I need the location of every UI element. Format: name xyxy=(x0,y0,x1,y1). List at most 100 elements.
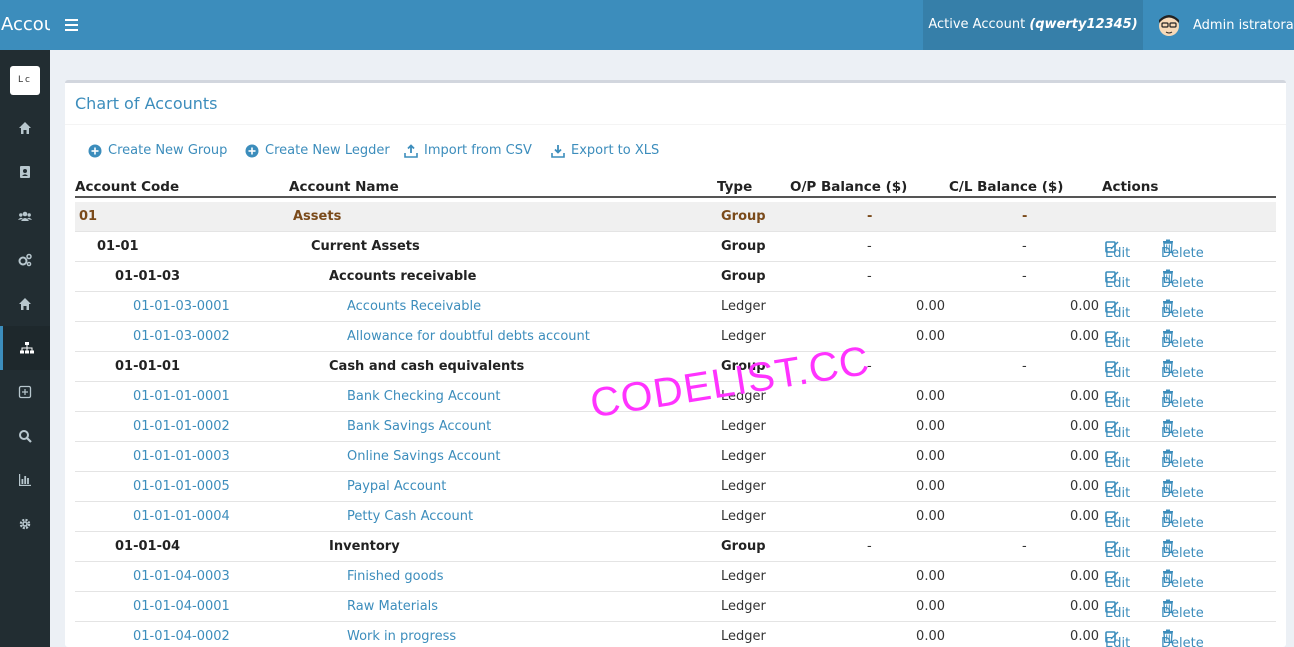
edit-button[interactable]: Edit xyxy=(1105,629,1130,647)
edit-button[interactable]: Edit xyxy=(1105,509,1130,531)
account-code[interactable]: 01-01-03-0002 xyxy=(133,329,230,344)
export-xls-button[interactable]: Export to XLS xyxy=(551,143,659,158)
sidebar-item-search[interactable] xyxy=(0,414,50,458)
active-account-indicator[interactable]: Active Account (qwerty12345) xyxy=(923,0,1143,50)
search-icon xyxy=(19,430,32,443)
edit-button[interactable]: Edit xyxy=(1105,389,1130,411)
account-name[interactable]: Allowance for doubtful debts account xyxy=(347,329,590,344)
delete-button[interactable]: Delete xyxy=(1161,329,1204,351)
account-name[interactable]: Work in progress xyxy=(347,629,456,644)
delete-button[interactable]: Delete xyxy=(1161,509,1204,531)
edit-button[interactable]: Edit xyxy=(1105,539,1130,561)
delete-button[interactable]: Delete xyxy=(1161,389,1204,411)
table-row: 01-01-01-0004 Petty Cash Account Ledger 0.0… xyxy=(75,502,1276,532)
account-name[interactable]: Raw Materials xyxy=(347,599,438,614)
home-icon xyxy=(19,122,31,134)
edit-label: Edit xyxy=(1105,306,1131,321)
sidebar-item-contacts[interactable] xyxy=(0,150,50,194)
column-header-name: Account Name xyxy=(289,179,399,195)
hamburger-icon xyxy=(64,19,78,31)
opening-balance: - xyxy=(867,539,872,554)
closing-balance: 0.00 xyxy=(1070,599,1099,614)
sidebar-item-users[interactable] xyxy=(0,194,50,238)
opening-balance: 0.00 xyxy=(916,629,945,644)
delete-button[interactable]: Delete xyxy=(1161,599,1204,621)
account-name[interactable]: Accounts Receivable xyxy=(347,299,481,314)
account-name[interactable]: Bank Savings Account xyxy=(347,419,491,434)
sidebar-item-home-2[interactable] xyxy=(0,282,50,326)
create-ledger-button[interactable]: Create New Legder xyxy=(245,143,390,158)
account-code: 01-01-01 xyxy=(115,359,181,374)
account-code[interactable]: 01-01-01-0005 xyxy=(133,479,230,494)
edit-button[interactable]: Edit xyxy=(1105,449,1130,471)
account-code[interactable]: 01-01-04-0001 xyxy=(133,599,230,614)
sidebar-toggle-button[interactable] xyxy=(58,0,84,50)
edit-label: Edit xyxy=(1105,546,1131,561)
edit-label: Edit xyxy=(1105,426,1131,441)
opening-balance: 0.00 xyxy=(916,329,945,344)
sidebar-item-chart-of-accounts[interactable] xyxy=(0,326,50,370)
account-name: Assets xyxy=(293,209,342,224)
edit-button[interactable]: Edit xyxy=(1105,239,1130,261)
account-name[interactable]: Bank Checking Account xyxy=(347,389,501,404)
edit-button[interactable]: Edit xyxy=(1105,479,1130,501)
delete-button[interactable]: Delete xyxy=(1161,299,1204,321)
table-row: 01-01-01 Cash and cash equivalents Group - -… xyxy=(75,352,1276,382)
user-menu[interactable]: Admin istratora xyxy=(1156,0,1294,50)
account-name[interactable]: Paypal Account xyxy=(347,479,446,494)
account-name[interactable]: Petty Cash Account xyxy=(347,509,473,524)
account-code: 01-01 xyxy=(97,239,139,254)
active-account-name: (qwerty12345) xyxy=(1029,17,1138,32)
delete-button[interactable]: Delete xyxy=(1161,449,1204,471)
sidebar-item-entries[interactable] xyxy=(0,370,50,414)
sidebar-item-reports[interactable] xyxy=(0,458,50,502)
table-row: 01-01-01-0005 Paypal Account Ledger 0.00 0.0… xyxy=(75,472,1276,502)
closing-balance: - xyxy=(1022,269,1027,284)
edit-button[interactable]: Edit xyxy=(1105,359,1130,381)
account-code: 01-01-04 xyxy=(115,539,181,554)
create-group-button[interactable]: Create New Group xyxy=(88,143,227,158)
account-code[interactable]: 01-01-03-0001 xyxy=(133,299,230,314)
sidebar-item-home[interactable] xyxy=(0,106,50,150)
edit-button[interactable]: Edit xyxy=(1105,299,1130,321)
edit-button[interactable]: Edit xyxy=(1105,599,1130,621)
import-csv-button[interactable]: Import from CSV xyxy=(404,143,532,158)
opening-balance: 0.00 xyxy=(916,569,945,584)
account-code[interactable]: 01-01-01-0004 xyxy=(133,509,230,524)
edit-button[interactable]: Edit xyxy=(1105,329,1130,351)
account-name[interactable]: Online Savings Account xyxy=(347,449,500,464)
edit-button[interactable]: Edit xyxy=(1105,269,1130,291)
edit-label: Edit xyxy=(1105,606,1131,621)
sidebar-item-settings[interactable] xyxy=(0,238,50,282)
closing-balance: 0.00 xyxy=(1070,389,1099,404)
account-name: Accounts receivable xyxy=(329,269,477,284)
account-code[interactable]: 01-01-01-0002 xyxy=(133,419,230,434)
column-header-type: Type xyxy=(717,179,753,195)
app-brand[interactable]: Accounting xyxy=(0,0,50,50)
account-type: Ledger xyxy=(721,389,766,404)
account-code[interactable]: 01-01-01-0001 xyxy=(133,389,230,404)
edit-button[interactable]: Edit xyxy=(1105,419,1130,441)
account-code[interactable]: 01-01-04-0002 xyxy=(133,629,230,644)
account-type: Ledger xyxy=(721,509,766,524)
delete-label: Delete xyxy=(1161,576,1204,591)
closing-balance: 0.00 xyxy=(1070,569,1099,584)
delete-button[interactable]: Delete xyxy=(1161,419,1204,441)
edit-button[interactable]: Edit xyxy=(1105,569,1130,591)
account-code[interactable]: 01-01-01-0003 xyxy=(133,449,230,464)
delete-button[interactable]: Delete xyxy=(1161,239,1204,261)
delete-button[interactable]: Delete xyxy=(1161,629,1204,647)
opening-balance: 0.00 xyxy=(916,479,945,494)
delete-button[interactable]: Delete xyxy=(1161,569,1204,591)
account-name[interactable]: Finished goods xyxy=(347,569,444,584)
opening-balance: 0.00 xyxy=(916,599,945,614)
delete-button[interactable]: Delete xyxy=(1161,539,1204,561)
table-header: Account Code Account Name Type O/P Balan… xyxy=(75,177,1276,198)
delete-label: Delete xyxy=(1161,276,1204,291)
account-type: Ledger xyxy=(721,299,766,314)
delete-button[interactable]: Delete xyxy=(1161,269,1204,291)
account-code[interactable]: 01-01-04-0003 xyxy=(133,569,230,584)
delete-button[interactable]: Delete xyxy=(1161,359,1204,381)
sidebar-item-configuration[interactable] xyxy=(0,502,50,546)
delete-button[interactable]: Delete xyxy=(1161,479,1204,501)
